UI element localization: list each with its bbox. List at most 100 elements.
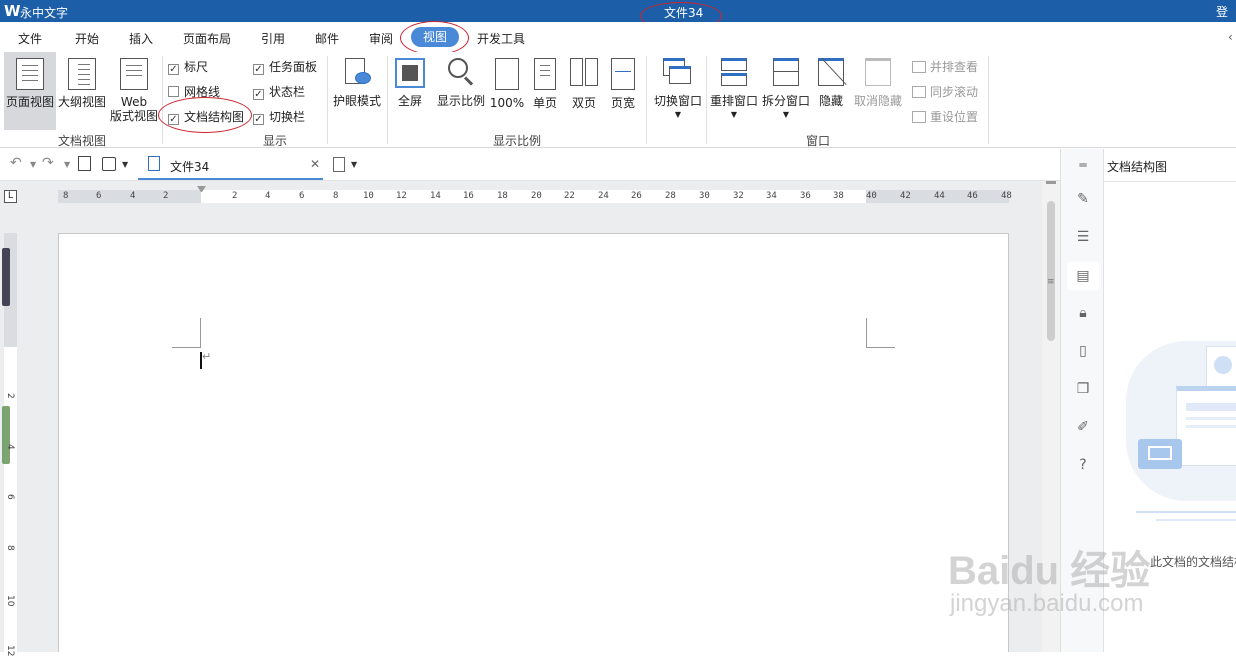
ruler-tick-label: 6 — [5, 494, 15, 500]
help-icon[interactable]: ? — [1075, 457, 1091, 473]
split-window-button[interactable]: 拆分窗口 ▼ — [760, 52, 812, 130]
group-separator — [327, 56, 328, 144]
scrollbar-thumb[interactable] — [1047, 201, 1055, 341]
check-icon: ✓ — [168, 114, 179, 125]
dropdown-arrow-icon: ▼ — [674, 110, 682, 119]
checkbox-status-bar[interactable]: ✓ 状态栏 — [253, 83, 305, 100]
redo-icon[interactable]: ↷ — [42, 155, 54, 171]
menu-developer[interactable]: 开发工具 — [477, 30, 525, 47]
toolbar-dropdown-icon[interactable]: ▼ — [122, 160, 128, 169]
undo-icon[interactable]: ↶ — [10, 155, 22, 171]
document-page[interactable] — [58, 233, 1009, 652]
scrollbar-grip-icon: ≡ — [1047, 277, 1055, 287]
checkbox-switch-bar[interactable]: ✓ 切换栏 — [253, 108, 305, 125]
checkbox-doc-map[interactable]: ✓ 文档结构图 — [168, 108, 244, 125]
close-tab-icon[interactable]: ✕ — [310, 157, 320, 171]
group-separator — [162, 56, 163, 144]
reset-position-button[interactable]: 重设位置 — [912, 108, 978, 125]
margin-corner-mark — [866, 318, 895, 348]
fullscreen-button[interactable]: 全屏 — [390, 52, 430, 130]
switch-window-button[interactable]: 切换窗口 ▼ — [650, 52, 706, 130]
scroll-up-icon[interactable] — [1046, 181, 1056, 184]
menu-bar: 文件 开始 插入 页面布局 引用 邮件 审阅 开发工具 — [0, 22, 1236, 52]
ruler-tick-label: 4 — [130, 191, 136, 201]
ruler-tick-label: 48 — [1001, 191, 1012, 201]
paragraph-mark-icon: ↵ — [202, 350, 212, 363]
zoom-100-button[interactable]: 100% — [488, 52, 526, 130]
ruler-tick-label: 14 — [430, 191, 441, 201]
menu-file[interactable]: 文件 — [18, 30, 42, 47]
single-page-button[interactable]: 单页 — [528, 52, 562, 130]
app-name: 永中文字 — [20, 6, 69, 20]
group-label-doc-view: 文档视图 — [58, 134, 107, 148]
indent-marker-icon[interactable] — [197, 186, 206, 206]
check-icon: ✓ — [253, 114, 264, 125]
menu-page-layout[interactable]: 页面布局 — [183, 30, 231, 47]
menu-mailings[interactable]: 邮件 — [315, 30, 339, 47]
new-tab-icon[interactable] — [333, 157, 345, 172]
ruler-tick-label: 4 — [5, 444, 15, 450]
pen-icon[interactable]: ✎ — [1075, 191, 1091, 207]
page-width-icon — [611, 58, 635, 90]
group-label-zoom: 显示比例 — [493, 134, 542, 148]
rearrange-windows-button[interactable]: 重排窗口 ▼ — [708, 52, 760, 130]
ribbon: 页面视图 大纲视图 Web 版式视图 文档视图 ✓ 标尺 网格线 ✓ 文档结构图 ✓… — [0, 52, 1236, 148]
checkbox-task-pane[interactable]: ✓ 任务面板 — [253, 58, 317, 75]
eye-mode-button[interactable]: 护眼模式 — [330, 52, 384, 130]
checkbox-ruler[interactable]: ✓ 标尺 — [168, 58, 208, 75]
ruler-tick-label: 44 — [934, 191, 945, 201]
title-bar: W 永中文字 文件34 登录 — [0, 0, 1236, 36]
page-view-button[interactable]: 页面视图 — [4, 52, 56, 130]
group-separator — [387, 56, 388, 144]
group-separator — [706, 56, 707, 144]
copy-icon[interactable]: ❐ — [1075, 381, 1091, 397]
ribbon-collapse-icon[interactable]: ‹ — [1228, 30, 1233, 44]
checkbox-gridlines[interactable]: 网格线 — [168, 83, 220, 100]
document-tab[interactable]: 文件34 ✕ — [138, 149, 323, 180]
two-pages-button[interactable]: 双页 — [566, 52, 602, 130]
page-width-button[interactable]: 页宽 — [606, 52, 640, 130]
magnifier-icon — [446, 58, 476, 88]
vertical-scrollbar[interactable]: ≡ — [1042, 181, 1060, 652]
side-by-side-button[interactable]: 并排查看 — [912, 58, 978, 75]
menu-home[interactable]: 开始 — [75, 30, 99, 47]
ruler-tick-label: 2 — [5, 393, 15, 399]
menu-references[interactable]: 引用 — [261, 30, 285, 47]
hide-window-button[interactable]: 隐藏 — [814, 52, 848, 130]
ruler-tick-label: 30 — [699, 191, 710, 201]
pane-title: 文档结构图 — [1107, 160, 1168, 174]
sliders-icon[interactable]: ☰ — [1075, 229, 1091, 245]
ruler-tick-label: 18 — [497, 191, 508, 201]
zoom-ratio-button[interactable]: 显示比例 — [434, 52, 488, 130]
menu-review[interactable]: 审阅 — [369, 30, 393, 47]
menu-insert[interactable]: 插入 — [129, 30, 153, 47]
new-tab-dropdown-icon[interactable]: ▼ — [351, 160, 357, 169]
print-preview-icon[interactable] — [78, 156, 91, 171]
check-icon: ✓ — [253, 64, 264, 75]
ruler-tick-label: 28 — [665, 191, 676, 201]
lock-icon[interactable]: 🔒︎ — [1075, 305, 1091, 321]
edit-icon[interactable]: ✐ — [1075, 419, 1091, 435]
save-icon[interactable] — [102, 157, 116, 171]
undo-dropdown-icon[interactable]: ▼ — [30, 160, 36, 169]
unhide-window-button[interactable]: 取消隐藏 — [850, 52, 906, 130]
page-view-icon — [16, 58, 44, 90]
web-view-button[interactable]: Web 版式视图 — [108, 52, 160, 130]
clipboard-icon[interactable]: ▯ — [1075, 343, 1091, 359]
ruler-tick-label: 8 — [63, 191, 69, 201]
redo-dropdown-icon[interactable]: ▼ — [64, 160, 70, 169]
ruler-tick-label: 12 — [396, 191, 407, 201]
outline-view-button[interactable]: 大纲视图 — [57, 52, 107, 130]
tab-stop-selector[interactable]: L — [4, 190, 17, 203]
sync-scroll-button[interactable]: 同步滚动 — [912, 83, 978, 100]
menu-view[interactable]: 视图 — [411, 27, 459, 47]
collapse-pane-icon[interactable]: ═ — [1075, 157, 1091, 173]
vertical-ruler-marker — [2, 248, 10, 306]
rearrange-windows-icon — [721, 58, 747, 88]
dropdown-arrow-icon: ▼ — [782, 110, 790, 119]
hide-window-icon — [818, 57, 847, 88]
doc-map-icon[interactable]: ▤ — [1067, 262, 1099, 290]
fullscreen-icon — [395, 58, 425, 88]
ruler-tick-label: 8 — [333, 191, 339, 201]
ruler-tick-label: 38 — [833, 191, 844, 201]
